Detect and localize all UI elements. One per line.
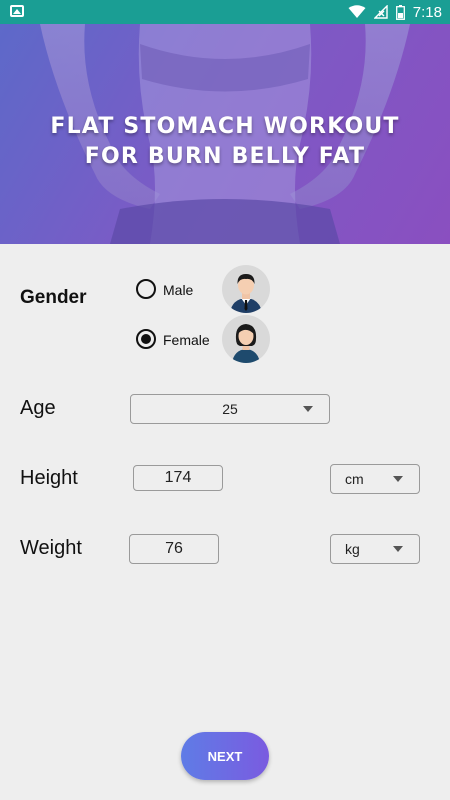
status-time: 7:18: [412, 3, 442, 21]
battery-icon: [395, 4, 405, 20]
wifi-icon: [348, 5, 366, 18]
age-dropdown[interactable]: 25: [130, 394, 330, 424]
weight-value: 76: [165, 540, 183, 557]
gender-female-radio[interactable]: [136, 329, 156, 349]
age-value: 25: [222, 401, 238, 417]
male-avatar-icon: [222, 265, 270, 313]
height-unit-value: cm: [345, 471, 364, 487]
hero-title-line1: FLAT STOMACH WORKOUT: [50, 114, 400, 139]
gender-male-label[interactable]: Male: [163, 282, 193, 298]
gender-male-radio[interactable]: [136, 279, 156, 299]
chevron-down-icon: [303, 406, 313, 412]
female-avatar-icon: [222, 315, 270, 363]
hero-title-line2: FOR BURN BELLY FAT: [84, 144, 366, 169]
weight-unit-value: kg: [345, 541, 360, 557]
chevron-down-icon: [393, 546, 403, 552]
weight-label: Weight: [20, 537, 82, 559]
age-label: Age: [20, 397, 56, 419]
hero-banner: FLAT STOMACH WORKOUT FOR BURN BELLY FAT: [0, 24, 450, 244]
height-label: Height: [20, 467, 78, 489]
weight-unit-dropdown[interactable]: kg: [330, 534, 420, 564]
next-button[interactable]: NEXT: [181, 732, 269, 780]
chevron-down-icon: [393, 476, 403, 482]
no-signal-icon: [373, 5, 388, 19]
weight-input[interactable]: 76: [129, 534, 219, 564]
height-value: 174: [164, 469, 192, 486]
gender-female-label[interactable]: Female: [163, 332, 210, 348]
image-icon: [10, 5, 24, 17]
height-unit-dropdown[interactable]: cm: [330, 464, 420, 494]
status-bar: 7:18: [0, 0, 450, 24]
gender-label: Gender: [20, 287, 87, 308]
height-input[interactable]: 174: [133, 465, 223, 491]
hero-title: FLAT STOMACH WORKOUT FOR BURN BELLY FAT: [0, 112, 450, 172]
